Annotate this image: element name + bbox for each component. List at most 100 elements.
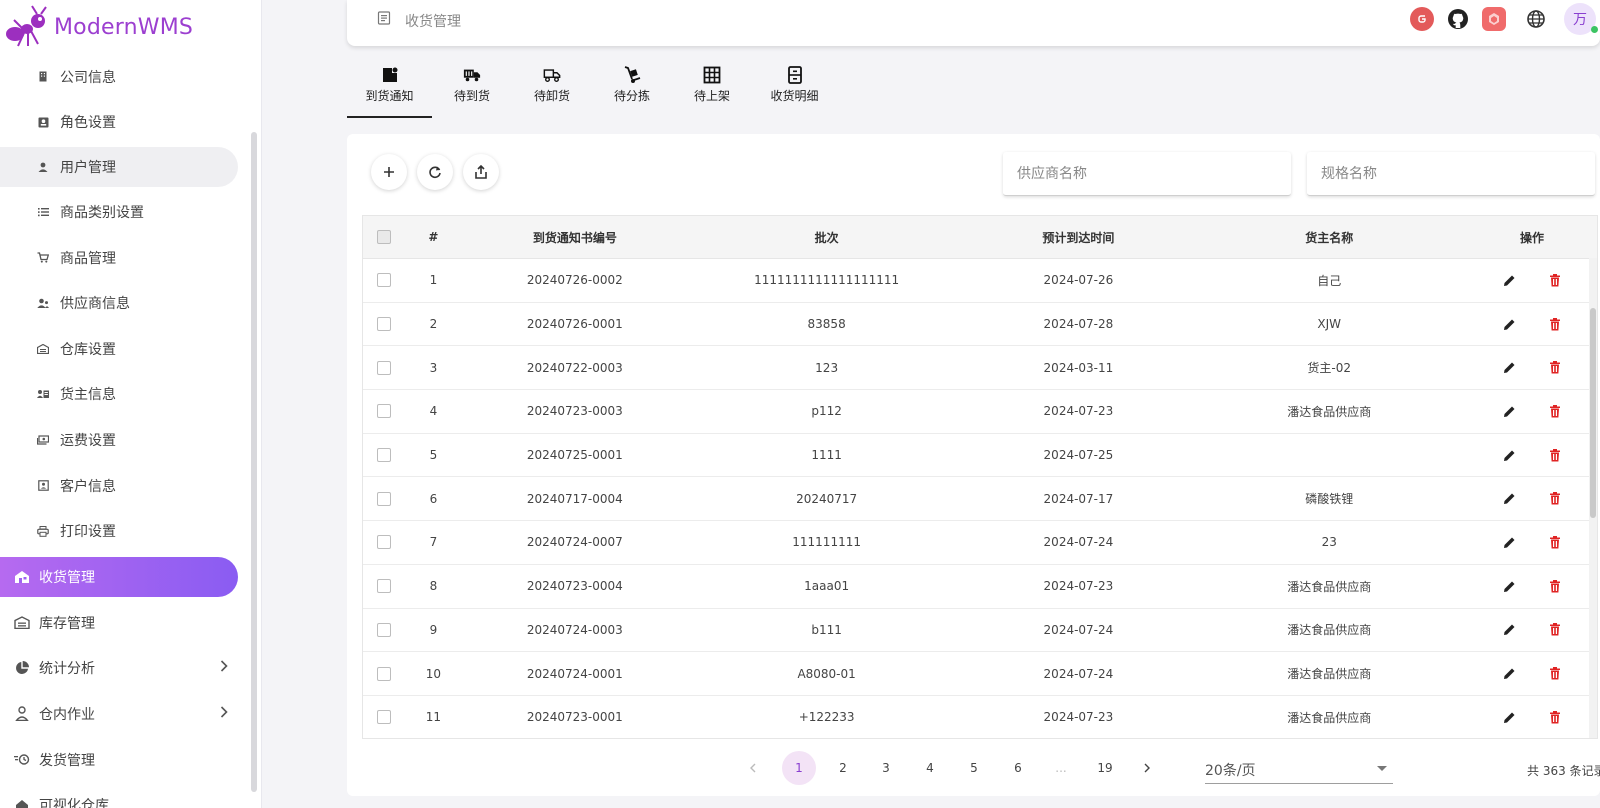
table-row[interactable]: 6 20240717-0004 20240717 2024-07-17 磷酸铁锂 [363,477,1597,522]
page-button[interactable]: 19 [1088,751,1122,785]
sidebar-item-owners[interactable]: 货主信息 [0,372,250,418]
row-checkbox[interactable] [376,491,391,506]
avatar[interactable]: 万 [1564,3,1598,35]
row-checkbox[interactable] [376,360,391,375]
tab-receiving-details[interactable]: 收货明细 [752,62,837,118]
next-page-button[interactable] [1130,751,1164,785]
page-button[interactable]: 2 [826,751,860,785]
sidebar-item-statistics[interactable]: 统计分析 [0,646,250,692]
edit-icon[interactable] [1498,357,1520,379]
row-select-cell [363,622,405,637]
page-button[interactable]: 5 [957,751,991,785]
row-checkbox[interactable] [376,404,391,419]
edit-icon[interactable] [1498,575,1520,597]
header-notice-number[interactable]: 到货通知书编号 [462,229,688,246]
edit-icon[interactable] [1498,706,1520,728]
header-index[interactable]: # [405,230,462,244]
sidebar-item-categories[interactable]: 商品类别设置 [0,189,250,235]
row-checkbox[interactable] [376,448,391,463]
edit-icon[interactable] [1498,269,1520,291]
add-button[interactable] [371,154,407,190]
table-row[interactable]: 1 20240726-0002 1111111111111111111 2024-07… [363,259,1597,303]
row-checkbox[interactable] [376,666,391,681]
page-button[interactable]: 4 [913,751,947,785]
table-scrollbar-thumb[interactable] [1590,308,1596,518]
edit-icon[interactable] [1498,444,1520,466]
delete-icon[interactable] [1544,531,1566,553]
table-row[interactable]: 9 20240724-0003 b111 2024-07-24 潘达食品供应商 [363,609,1597,653]
row-checkbox[interactable] [376,317,391,332]
row-checkbox[interactable] [376,535,391,550]
sidebar-item-products[interactable]: 商品管理 [0,235,250,281]
sidebar-item-print[interactable]: 打印设置 [0,508,250,554]
spec-name-input[interactable] [1307,152,1595,195]
delete-icon[interactable] [1544,663,1566,685]
sidebar-item-warehouse-settings[interactable]: 仓库设置 [0,326,250,372]
table-row[interactable]: 8 20240723-0004 1aaa01 2024-07-23 潘达食品供应商 [363,565,1597,609]
delete-icon[interactable] [1544,575,1566,597]
shield-logo-icon[interactable] [1482,7,1506,31]
select-all-checkbox[interactable] [376,230,391,244]
prev-page-button[interactable] [736,751,770,785]
table-row[interactable]: 5 20240725-0001 1111 2024-07-25 [363,434,1597,478]
header-owner-name[interactable]: 货主名称 [1191,229,1467,246]
delete-icon[interactable] [1544,706,1566,728]
table-row[interactable]: 11 20240723-0001 +122233 2024-07-23 潘达食品供应商 [363,696,1597,738]
table-row[interactable]: 7 20240724-0007 111111111 2024-07-24 23 [363,521,1597,565]
tab-awaiting-sort[interactable]: 待分拣 [592,62,672,118]
sidebar-item-suppliers[interactable]: 供应商信息 [0,280,250,326]
delete-icon[interactable] [1544,444,1566,466]
delete-icon[interactable] [1544,313,1566,335]
table-row[interactable]: 4 20240723-0003 p112 2024-07-23 潘达食品供应商 [363,390,1597,434]
spec-name-field[interactable] [1307,152,1595,196]
globe-icon[interactable] [1524,7,1548,31]
sidebar-item-roles[interactable]: 角色设置 [0,100,250,146]
sidebar-item-customers[interactable]: 客户信息 [0,463,250,509]
gitee-icon[interactable] [1410,7,1434,31]
table-scrollbar[interactable] [1589,258,1597,738]
delete-icon[interactable] [1544,357,1566,379]
header-batch[interactable]: 批次 [688,229,966,246]
github-icon[interactable] [1446,7,1470,31]
tab-awaiting-putaway[interactable]: 待上架 [672,62,752,118]
row-checkbox[interactable] [376,273,391,288]
page-size-select[interactable]: 20条/页 [1205,754,1393,784]
app-logo[interactable]: ModernWMS [4,4,193,50]
sidebar-item-inventory[interactable]: 库存管理 [0,600,250,646]
edit-icon[interactable] [1498,313,1520,335]
delete-icon[interactable] [1544,619,1566,641]
table-row[interactable]: 2 20240726-0001 83858 2024-07-28 XJW [363,303,1597,347]
sidebar-scrollbar[interactable] [251,132,257,792]
page-button[interactable]: 3 [869,751,903,785]
row-checkbox[interactable] [376,579,391,594]
row-checkbox[interactable] [376,622,391,637]
export-button[interactable] [463,154,499,190]
delete-icon[interactable] [1544,269,1566,291]
delete-icon[interactable] [1544,400,1566,422]
header-expected-arrival[interactable]: 预计到达时间 [966,229,1192,246]
sidebar-item-freight[interactable]: 运费设置 [0,417,250,463]
edit-icon[interactable] [1498,531,1520,553]
sidebar-item-users[interactable]: 用户管理 [0,147,238,188]
sidebar-item-company[interactable]: 公司信息 [0,54,250,100]
tab-arrival-notice[interactable]: 到货通知 [347,62,432,118]
edit-icon[interactable] [1498,619,1520,641]
edit-icon[interactable] [1498,488,1520,510]
delete-icon[interactable] [1544,488,1566,510]
sidebar-item-receiving[interactable]: 收货管理 [0,556,238,597]
refresh-button[interactable] [417,154,453,190]
supplier-name-field[interactable] [1003,152,1291,196]
edit-icon[interactable] [1498,400,1520,422]
table-row[interactable]: 3 20240722-0003 123 2024-03-11 货主-02 [363,346,1597,391]
page-button[interactable]: 1 [782,751,816,785]
tab-awaiting-unload[interactable]: 待卸货 [512,62,592,118]
row-checkbox[interactable] [376,710,391,725]
sidebar-item-operations[interactable]: 仓内作业 [0,691,250,737]
page-button[interactable]: 6 [1001,751,1035,785]
sidebar-item-shipping[interactable]: 发货管理 [0,737,250,783]
sidebar-item-visual-warehouse[interactable]: 可视化仓库 [0,782,250,808]
table-row[interactable]: 10 20240724-0001 A8080-01 2024-07-24 潘达食品供应商 [363,652,1597,696]
tab-awaiting-arrival[interactable]: 待到货 [432,62,512,118]
supplier-name-input[interactable] [1003,152,1291,195]
edit-icon[interactable] [1498,663,1520,685]
